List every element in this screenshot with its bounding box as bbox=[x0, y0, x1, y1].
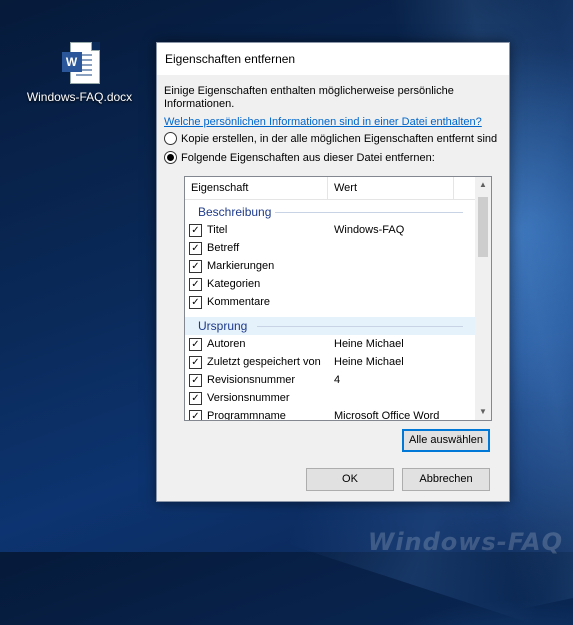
group-title: Ursprung bbox=[198, 319, 248, 333]
ok-button[interactable]: OK bbox=[306, 468, 394, 491]
property-label: Revisionsnummer bbox=[207, 374, 296, 386]
column-header-property[interactable]: Eigenschaft bbox=[185, 177, 248, 199]
scrollbar-thumb[interactable] bbox=[478, 197, 488, 257]
checkbox[interactable]: ✓ bbox=[189, 355, 202, 369]
property-label: Zuletzt gespeichert von bbox=[207, 356, 321, 368]
properties-list[interactable]: Eigenschaft Wert Beschreibung ✓ Titel Wi… bbox=[184, 176, 492, 421]
checkbox[interactable]: ✓ bbox=[189, 223, 202, 237]
property-value: Heine Michael bbox=[334, 356, 404, 368]
property-label: Kategorien bbox=[207, 278, 261, 290]
column-header-value[interactable]: Wert bbox=[328, 177, 357, 199]
desktop-file-icon[interactable]: W Windows-FAQ.docx bbox=[22, 40, 137, 104]
checkbox[interactable]: ✓ bbox=[189, 391, 202, 405]
group-title: Beschreibung bbox=[198, 205, 272, 219]
property-label: Kommentare bbox=[207, 296, 270, 308]
radio-remove-properties[interactable]: Folgende Eigenschaften aus dieser Datei … bbox=[164, 151, 435, 164]
property-label: Autoren bbox=[207, 338, 246, 350]
radio-create-copy[interactable]: Kopie erstellen, in der alle möglichen E… bbox=[164, 132, 497, 145]
property-row[interactable]: ✓ Versionsnummer bbox=[185, 389, 475, 407]
property-label: Titel bbox=[207, 224, 228, 236]
property-row[interactable]: ✓ Markierungen bbox=[185, 257, 475, 275]
checkbox[interactable]: ✓ bbox=[189, 409, 202, 420]
property-label: Betreff bbox=[207, 242, 240, 254]
property-label: Versionsnummer bbox=[207, 392, 290, 404]
checkbox[interactable]: ✓ bbox=[189, 241, 202, 255]
property-value: 4 bbox=[334, 374, 341, 386]
radio-label: Kopie erstellen, in der alle möglichen E… bbox=[181, 132, 498, 145]
property-value: Microsoft Office Word bbox=[334, 410, 440, 421]
checkbox[interactable]: ✓ bbox=[189, 259, 202, 273]
checkbox[interactable]: ✓ bbox=[189, 373, 202, 387]
property-label: Markierungen bbox=[207, 260, 275, 272]
word-document-icon: W bbox=[61, 40, 100, 84]
cancel-button[interactable]: Abbrechen bbox=[402, 468, 490, 491]
checkbox[interactable]: ✓ bbox=[189, 277, 202, 291]
checkbox[interactable]: ✓ bbox=[189, 337, 202, 351]
radio-button-selected[interactable] bbox=[164, 151, 177, 164]
radio-label: Folgende Eigenschaften aus dieser Datei … bbox=[181, 151, 435, 164]
property-row[interactable]: ✓ Autoren Heine Michael bbox=[185, 335, 475, 353]
property-row[interactable]: ✓ Kommentare bbox=[185, 293, 475, 311]
property-row[interactable]: ✓ Zuletzt gespeichert von Heine Michael bbox=[185, 353, 475, 371]
property-value: Heine Michael bbox=[334, 338, 404, 350]
property-row[interactable]: ✓ Betreff bbox=[185, 239, 475, 257]
list-header: Eigenschaft Wert bbox=[185, 177, 475, 200]
group-header-description: Beschreibung bbox=[185, 203, 475, 221]
checkbox[interactable]: ✓ bbox=[189, 295, 202, 309]
property-row[interactable]: ✓ Revisionsnummer 4 bbox=[185, 371, 475, 389]
property-row[interactable]: ✓ Kategorien bbox=[185, 275, 475, 293]
property-row[interactable]: ✓ Programmname Microsoft Office Word bbox=[185, 407, 475, 421]
help-link[interactable]: Welche persönlichen Informationen sind i… bbox=[164, 116, 482, 128]
remove-properties-dialog: Eigenschaften entfernen Einige Eigenscha… bbox=[156, 42, 510, 502]
group-header-origin: Ursprung bbox=[185, 317, 475, 335]
radio-button[interactable] bbox=[164, 132, 177, 145]
property-label: Programmname bbox=[207, 410, 286, 421]
scroll-up-icon[interactable]: ▲ bbox=[475, 177, 491, 193]
property-row[interactable]: ✓ Titel Windows-FAQ bbox=[185, 221, 475, 239]
select-all-button[interactable]: Alle auswählen bbox=[402, 429, 490, 452]
property-value: Windows-FAQ bbox=[334, 224, 405, 236]
vertical-scrollbar[interactable]: ▲ ▼ bbox=[475, 177, 491, 420]
dialog-title: Eigenschaften entfernen bbox=[157, 43, 509, 75]
desktop-file-label: Windows-FAQ.docx bbox=[26, 90, 133, 104]
scroll-down-icon[interactable]: ▼ bbox=[475, 404, 491, 420]
intro-text: Einige Eigenschaften enthalten möglicher… bbox=[164, 85, 454, 110]
